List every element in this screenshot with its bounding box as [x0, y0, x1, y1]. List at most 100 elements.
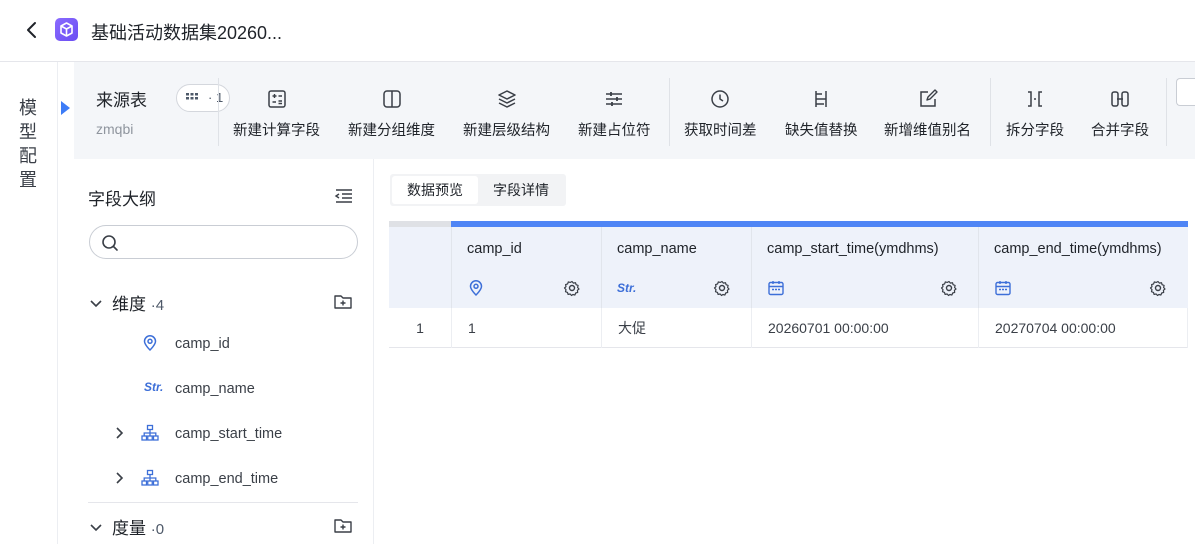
tool-label: 新建占位符: [578, 123, 651, 139]
column-header-camp-name[interactable]: camp_name Str.: [601, 227, 751, 308]
top-header: 基础活动数据集20260...: [0, 0, 1195, 62]
label-char: 型: [19, 122, 37, 142]
field-outline-panel: 字段大纲 维度 ·4 camp_id Str. camp_name camp_s…: [74, 159, 374, 544]
string-type-icon: Str.: [144, 380, 164, 394]
source-table-title: 来源表: [96, 91, 147, 110]
label-char: 置: [19, 170, 37, 190]
tab-data-preview[interactable]: 数据预览: [392, 176, 478, 204]
measure-count: ·0: [150, 521, 165, 538]
table-cell: 大促: [601, 308, 751, 348]
new-group-dimension-button[interactable]: 新建分组维度: [348, 88, 435, 140]
column-name: camp_id: [467, 241, 522, 257]
page-title: 基础活动数据集20260...: [91, 23, 283, 43]
row-index: 1: [416, 320, 424, 336]
column-name: camp_start_time(ymdhms): [767, 241, 939, 257]
split-icon: [1028, 91, 1042, 107]
tool-label: 新增维值别名: [884, 123, 971, 139]
main-tabs: 数据预览 字段详情: [390, 174, 566, 206]
hierarchy-icon: [141, 424, 159, 441]
chevron-down-icon: [90, 524, 102, 532]
toolbar-divider: [669, 78, 670, 146]
back-arrow-icon[interactable]: [18, 16, 46, 44]
source-table[interactable]: 来源表 · 1 zmqbi: [96, 84, 230, 137]
gear-icon[interactable]: [563, 279, 581, 297]
tool-label: 新建计算字段: [233, 123, 320, 139]
field-label: camp_name: [175, 381, 255, 397]
sliders-icon: [606, 92, 623, 106]
column-header-camp-id[interactable]: camp_id: [451, 227, 601, 308]
table-row: 1 1 大促 20260701 00:00:00 20270704 00:00:…: [389, 308, 1188, 348]
tool-label: 新建层级结构: [463, 123, 550, 139]
tool-label: 获取时间差: [684, 123, 757, 139]
table-cell: 20270704 00:00:00: [978, 308, 1188, 348]
dimension-group-label: 维度: [112, 295, 146, 314]
missing-value-replace-button[interactable]: 缺失值替换: [785, 88, 858, 140]
toolbar-divider: [990, 78, 991, 146]
field-outline-title: 字段大纲: [88, 190, 156, 209]
field-label: camp_start_time: [175, 426, 283, 442]
group-divider: [88, 502, 358, 503]
calendar-icon: [768, 281, 784, 296]
tool-label: 缺失值替换: [785, 123, 858, 139]
chevron-right-icon[interactable]: [114, 426, 126, 440]
column-header-camp-end-time[interactable]: camp_end_time(ymdhms): [978, 227, 1188, 308]
calculator-icon: [267, 90, 286, 108]
new-dimension-alias-button[interactable]: 新增维值别名: [884, 88, 971, 140]
split-column-icon: [382, 90, 401, 108]
gear-icon[interactable]: [940, 279, 958, 297]
column-header-camp-start-time[interactable]: camp_start_time(ymdhms): [751, 227, 978, 308]
field-search[interactable]: [89, 225, 358, 259]
merge-field-button[interactable]: 合并字段: [1091, 88, 1149, 140]
dimension-group-header[interactable]: 维度 ·4: [89, 290, 164, 315]
split-field-button[interactable]: 拆分字段: [1006, 88, 1064, 140]
label-char: 配: [19, 146, 37, 166]
layers-icon: [497, 90, 516, 108]
search-icon: [102, 235, 118, 251]
gear-icon[interactable]: [1149, 279, 1167, 297]
more-tools-overflow[interactable]: [1176, 78, 1195, 106]
add-folder-icon[interactable]: [332, 514, 354, 536]
chevron-down-icon: [90, 300, 102, 308]
tool-label: 拆分字段: [1006, 123, 1064, 139]
measure-group-label: 度量: [112, 519, 146, 538]
clock-icon: [711, 90, 729, 108]
model-config-label[interactable]: 模 型 配 置: [19, 96, 39, 192]
location-pin-icon: [143, 335, 157, 352]
toolbar-divider: [218, 78, 219, 146]
measure-group-header[interactable]: 度量 ·0: [89, 514, 164, 539]
column-name: camp_end_time(ymdhms): [994, 241, 1162, 257]
location-pin-icon: [469, 280, 483, 297]
search-input[interactable]: [126, 232, 346, 254]
toolbar: 来源表 · 1 zmqbi 新建计算字段 新建分组维度 新建层级结构 新建占位符…: [74, 62, 1195, 159]
source-table-count-badge[interactable]: · 1: [176, 84, 230, 112]
expand-panel-toggle-icon[interactable]: [61, 101, 70, 115]
calendar-icon: [995, 281, 1011, 296]
edit-icon: [919, 89, 938, 107]
get-time-diff-button[interactable]: 获取时间差: [684, 88, 757, 140]
tool-label: 新建分组维度: [348, 123, 435, 139]
source-count: · 1: [208, 90, 224, 105]
table-header: camp_id camp_name Str. camp_start_time(y…: [389, 221, 1188, 308]
merge-icon: [1111, 91, 1129, 107]
table-cell: 20260701 00:00:00: [751, 308, 978, 348]
dataset-logo-icon: [55, 18, 78, 41]
collapse-panel-icon[interactable]: [333, 185, 355, 207]
tab-field-details[interactable]: 字段详情: [478, 176, 564, 204]
new-placeholder-button[interactable]: 新建占位符: [578, 88, 651, 140]
gear-icon[interactable]: [713, 279, 731, 297]
string-type-icon: Str.: [617, 281, 637, 295]
tool-label: 合并字段: [1091, 123, 1149, 139]
label-char: 模: [19, 98, 37, 118]
header-index-bar: [389, 221, 451, 227]
column-name: camp_name: [617, 241, 697, 257]
chevron-right-icon[interactable]: [114, 471, 126, 485]
add-folder-icon[interactable]: [332, 290, 354, 312]
table-grid-icon: [186, 93, 198, 100]
toolbar-divider: [1166, 78, 1167, 146]
model-config-strip[interactable]: 模 型 配 置: [0, 62, 58, 544]
new-calc-field-button[interactable]: 新建计算字段: [233, 88, 320, 140]
hierarchy-icon: [141, 469, 159, 486]
new-hierarchy-button[interactable]: 新建层级结构: [463, 88, 550, 140]
field-label: camp_id: [175, 336, 230, 352]
field-label: camp_end_time: [175, 471, 279, 487]
